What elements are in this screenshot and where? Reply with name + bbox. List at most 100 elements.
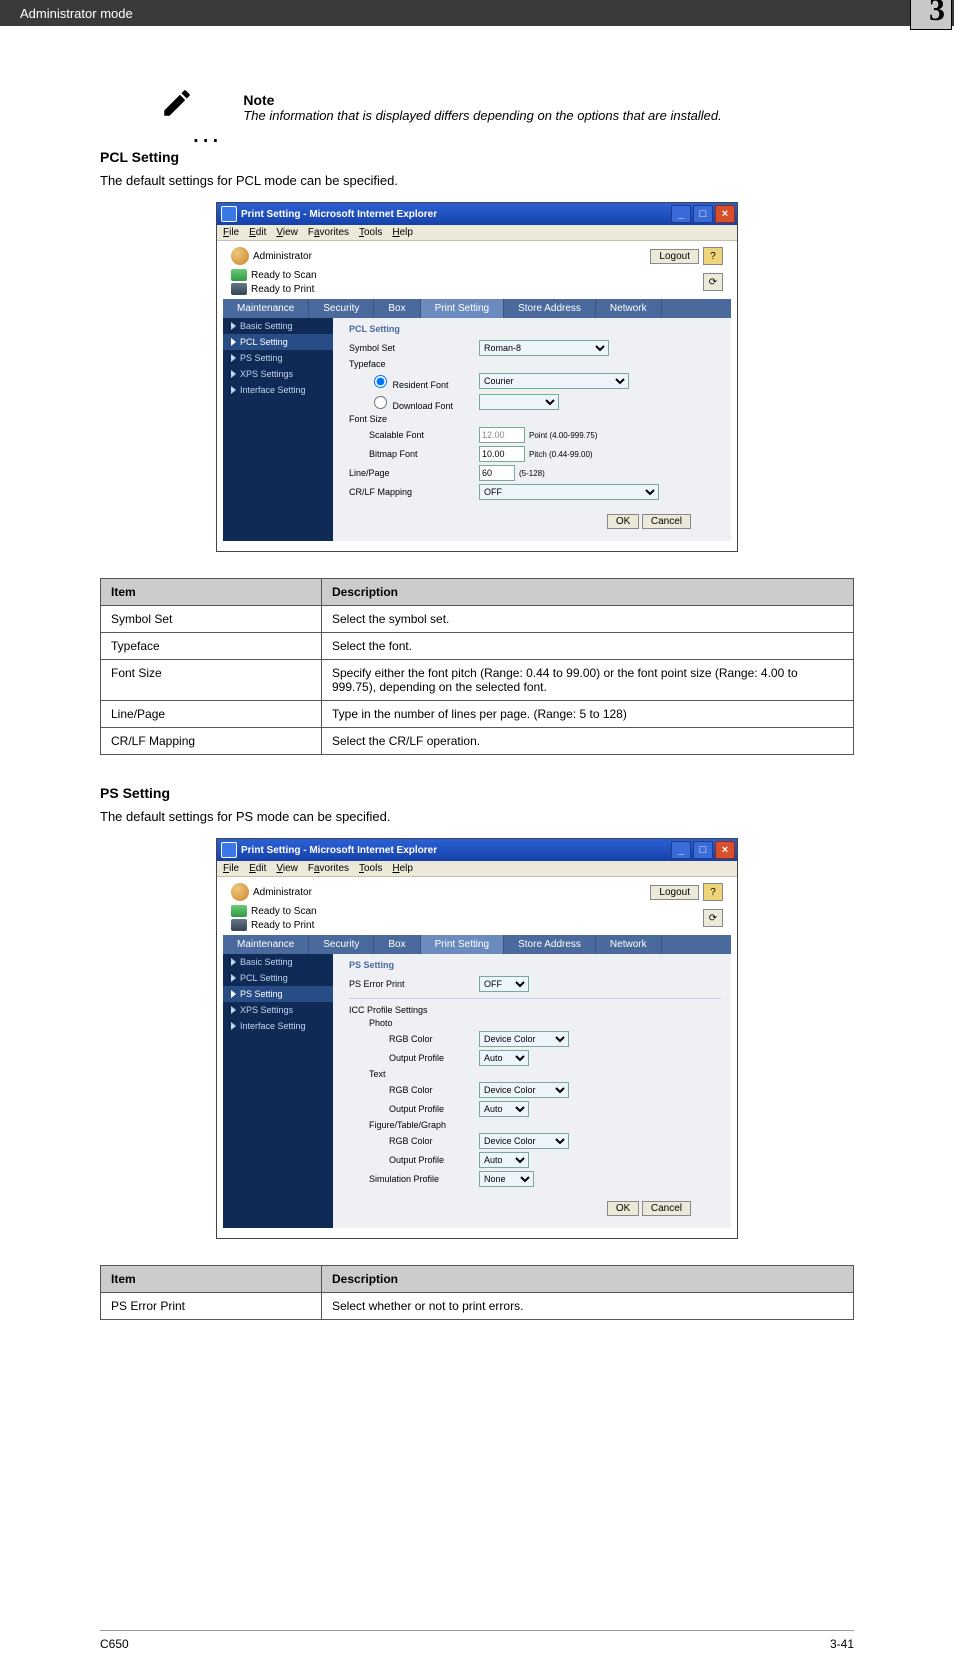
sidebar-item-xps[interactable]: XPS Settings [223,366,333,382]
table-row: CR/LF MappingSelect the CR/LF operation. [101,728,854,755]
printer-icon [231,919,247,931]
menu-help[interactable]: Help [392,227,413,238]
bitmap-input[interactable] [479,446,525,462]
menu-favorites[interactable]: Favorites [308,863,349,874]
maximize-icon[interactable]: □ [693,841,713,859]
table-row: PS Error PrintSelect whether or not to p… [101,1293,854,1320]
th-desc: Description [322,1266,854,1293]
pserr-select[interactable]: OFF [479,976,529,992]
th-item: Item [101,579,322,606]
sidebar-item-ps[interactable]: PS Setting [223,350,333,366]
minimize-icon[interactable]: _ [671,205,691,223]
status-print: Ready to Print [251,284,314,295]
refresh-icon[interactable]: ⟳ [703,909,723,927]
user-icon [231,247,249,265]
tab-network[interactable]: Network [596,935,662,954]
tab-box[interactable]: Box [374,935,420,954]
linepage-input[interactable] [479,465,515,481]
scalable-label: Scalable Font [349,430,479,440]
tab-security[interactable]: Security [309,935,374,954]
menu-edit[interactable]: Edit [249,863,266,874]
menu-tools[interactable]: Tools [359,863,382,874]
sim-select[interactable]: None [479,1171,534,1187]
typeface-label: Typeface [349,359,479,369]
sidebar-item-basic[interactable]: Basic Setting [223,954,333,970]
tab-network[interactable]: Network [596,299,662,318]
crlf-select[interactable]: OFF [479,484,659,500]
tab-box[interactable]: Box [374,299,420,318]
rgb-label: RGB Color [349,1085,479,1095]
output-label: Output Profile [349,1155,479,1165]
close-icon[interactable]: × [715,841,735,859]
close-icon[interactable]: × [715,205,735,223]
refresh-icon[interactable]: ⟳ [703,273,723,291]
menu-tools[interactable]: Tools [359,227,382,238]
sidebar-item-ps[interactable]: PS Setting [223,986,333,1002]
text-rgb-select[interactable]: Device Color [479,1082,569,1098]
cancel-button[interactable]: Cancel [642,1201,691,1216]
triangle-icon [231,990,236,998]
resident-font-radio[interactable] [374,375,387,388]
ps-table: ItemDescription PS Error PrintSelect whe… [100,1265,854,1320]
pcl-desc: The default settings for PCL mode can be… [100,173,854,188]
ok-button[interactable]: OK [607,1201,639,1216]
sidebar-item-basic[interactable]: Basic Setting [223,318,333,334]
download-font-select[interactable] [479,394,559,410]
ok-button[interactable]: OK [607,514,639,529]
sidebar-item-xps[interactable]: XPS Settings [223,1002,333,1018]
triangle-icon [231,1006,236,1014]
ie-icon [221,206,237,222]
triangle-icon [231,1022,236,1030]
menu-favorites[interactable]: Favorites [308,227,349,238]
sidebar-item-pcl[interactable]: PCL Setting [223,334,333,350]
menu-view[interactable]: View [276,863,298,874]
ie-title: Print Setting - Microsoft Internet Explo… [241,209,437,220]
admin-label: Administrator [253,887,312,898]
logout-button[interactable]: Logout [650,885,699,900]
sidebar-item-interface[interactable]: Interface Setting [223,382,333,398]
menu-help[interactable]: Help [392,863,413,874]
fig-rgb-select[interactable]: Device Color [479,1133,569,1149]
download-font-radio[interactable] [374,396,387,409]
panel-title: PCL Setting [349,324,721,334]
tab-store-address[interactable]: Store Address [504,935,596,954]
minimize-icon[interactable]: _ [671,841,691,859]
maximize-icon[interactable]: □ [693,205,713,223]
tab-store-address[interactable]: Store Address [504,299,596,318]
ps-panel: PS Setting PS Error Print OFF ICC Profil… [333,954,731,1228]
text-output-select[interactable]: Auto [479,1101,529,1117]
output-label: Output Profile [349,1104,479,1114]
table-row: TypefaceSelect the font. [101,633,854,660]
symbol-set-label: Symbol Set [349,343,479,353]
icc-heading: ICC Profile Settings [349,1005,479,1015]
sidebar-item-pcl[interactable]: PCL Setting [223,970,333,986]
menu-view[interactable]: View [276,227,298,238]
help-icon[interactable]: ? [703,883,723,901]
triangle-icon [231,386,236,394]
text-label: Text [349,1069,479,1079]
help-icon[interactable]: ? [703,247,723,265]
bitmap-label: Bitmap Font [349,449,479,459]
sidebar-item-interface[interactable]: Interface Setting [223,1018,333,1034]
menu-edit[interactable]: Edit [249,227,266,238]
tab-maintenance[interactable]: Maintenance [223,935,309,954]
ie-menubar: File Edit View Favorites Tools Help [217,861,737,877]
symbol-set-select[interactable]: Roman-8 [479,340,609,356]
menu-file[interactable]: File [223,227,239,238]
triangle-icon [231,958,236,966]
user-icon [231,883,249,901]
tab-print-setting[interactable]: Print Setting [421,935,504,954]
tab-maintenance[interactable]: Maintenance [223,299,309,318]
resident-font-select[interactable]: Courier [479,373,629,389]
menu-file[interactable]: File [223,863,239,874]
logout-button[interactable]: Logout [650,249,699,264]
cancel-button[interactable]: Cancel [642,514,691,529]
scalable-input[interactable] [479,427,525,443]
tab-security[interactable]: Security [309,299,374,318]
triangle-icon [231,354,236,362]
fig-output-select[interactable]: Auto [479,1152,529,1168]
photo-output-select[interactable]: Auto [479,1050,529,1066]
tab-print-setting[interactable]: Print Setting [421,299,504,318]
panel-title: PS Setting [349,960,721,970]
photo-rgb-select[interactable]: Device Color [479,1031,569,1047]
